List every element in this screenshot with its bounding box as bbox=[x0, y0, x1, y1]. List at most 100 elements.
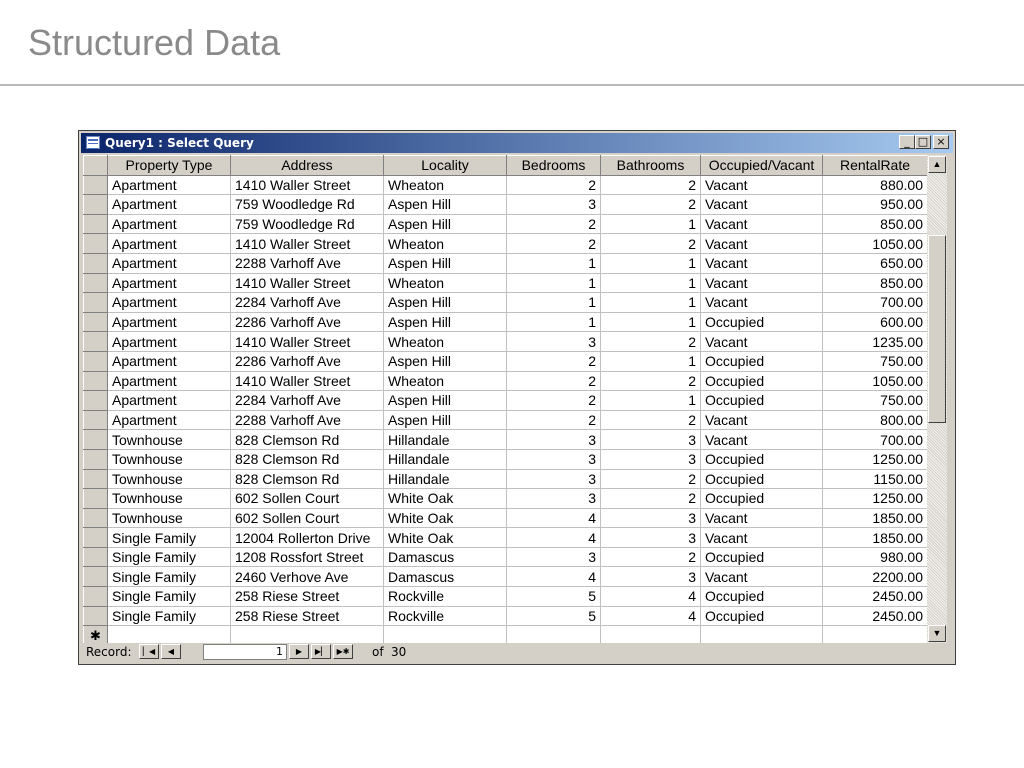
row-selector[interactable] bbox=[83, 194, 108, 215]
table-cell[interactable]: 258 Riese Street bbox=[230, 605, 384, 627]
table-cell[interactable]: 2 bbox=[600, 174, 701, 196]
table-cell[interactable]: 1 bbox=[600, 213, 701, 235]
table-cell[interactable]: 1050.00 bbox=[822, 370, 927, 392]
table-cell[interactable]: 2 bbox=[506, 370, 601, 392]
table-row[interactable]: Apartment 2284 Varhoff Ave Aspen Hill 1 1 Vac… bbox=[83, 292, 927, 313]
row-selector[interactable] bbox=[83, 174, 108, 196]
table-cell[interactable]: Rockville bbox=[383, 586, 507, 607]
table-cell[interactable]: 12004 Rollerton Drive bbox=[230, 527, 384, 548]
table-cell[interactable]: 880.00 bbox=[822, 174, 927, 196]
table-cell[interactable] bbox=[383, 625, 507, 643]
row-selector[interactable] bbox=[83, 586, 108, 607]
table-cell[interactable]: Vacant bbox=[700, 233, 823, 254]
scroll-up-button[interactable]: ▲ bbox=[928, 156, 946, 173]
table-cell[interactable]: 2450.00 bbox=[822, 605, 927, 627]
row-selector[interactable] bbox=[83, 272, 108, 294]
column-header[interactable]: RentalRate bbox=[822, 155, 927, 176]
record-number-input[interactable]: 1 bbox=[203, 644, 287, 660]
row-selector[interactable] bbox=[83, 311, 108, 333]
table-cell[interactable]: 700.00 bbox=[822, 292, 927, 313]
table-cell[interactable]: 1 bbox=[600, 292, 701, 313]
table-cell[interactable]: Apartment bbox=[107, 233, 231, 254]
table-cell[interactable]: Occupied bbox=[700, 311, 823, 333]
table-cell[interactable]: 3 bbox=[506, 488, 601, 509]
row-selector[interactable] bbox=[83, 390, 108, 411]
table-cell[interactable]: 4 bbox=[600, 586, 701, 607]
table-cell[interactable]: Occupied bbox=[700, 546, 823, 568]
maximize-button[interactable]: □ bbox=[915, 135, 931, 149]
table-cell[interactable]: Vacant bbox=[700, 409, 823, 431]
table-cell[interactable]: White Oak bbox=[383, 488, 507, 509]
column-header[interactable]: Occupied/Vacant bbox=[700, 155, 823, 176]
vertical-scrollbar[interactable]: ▲ ▼ bbox=[927, 155, 947, 643]
table-cell[interactable]: 3 bbox=[600, 507, 701, 529]
table-cell[interactable]: Townhouse bbox=[107, 448, 231, 470]
table-cell[interactable]: 3 bbox=[600, 448, 701, 470]
table-cell[interactable]: 2284 Varhoff Ave bbox=[230, 292, 384, 313]
column-header[interactable]: Property Type bbox=[107, 155, 231, 176]
table-cell[interactable]: 602 Sollen Court bbox=[230, 507, 384, 529]
row-selector[interactable] bbox=[83, 292, 108, 313]
table-cell[interactable]: Occupied bbox=[700, 468, 823, 490]
table-cell[interactable]: 258 Riese Street bbox=[230, 586, 384, 607]
table-cell[interactable]: Apartment bbox=[107, 409, 231, 431]
table-cell[interactable]: Occupied bbox=[700, 350, 823, 372]
table-cell[interactable]: 850.00 bbox=[822, 272, 927, 294]
table-row[interactable]: Apartment 2284 Varhoff Ave Aspen Hill 2 1 Occ… bbox=[83, 390, 927, 411]
table-cell[interactable]: 1 bbox=[600, 311, 701, 333]
table-cell[interactable]: Wheaton bbox=[383, 272, 507, 294]
table-cell[interactable]: 1208 Rossfort Street bbox=[230, 546, 384, 568]
column-header[interactable]: Bathrooms bbox=[600, 155, 701, 176]
table-cell[interactable]: Wheaton bbox=[383, 233, 507, 254]
table-cell[interactable]: Apartment bbox=[107, 213, 231, 235]
table-cell[interactable]: Apartment bbox=[107, 272, 231, 294]
table-row[interactable]: Apartment 1410 Waller Street Wheaton 3 2 Vaca… bbox=[83, 331, 927, 352]
table-row[interactable]: Apartment 1410 Waller Street Wheaton 1 1 Vaca… bbox=[83, 272, 927, 294]
table-cell[interactable]: Aspen Hill bbox=[383, 252, 507, 274]
window-titlebar[interactable]: Query1 : Select Query _ □ × bbox=[81, 133, 953, 153]
previous-record-icon[interactable]: ◀ bbox=[161, 644, 181, 659]
table-cell[interactable]: 1 bbox=[506, 311, 601, 333]
table-cell[interactable]: Wheaton bbox=[383, 331, 507, 352]
table-row[interactable]: Townhouse 828 Clemson Rd Hillandale 3 3 Vacan… bbox=[83, 429, 927, 450]
table-cell[interactable]: Vacant bbox=[700, 194, 823, 215]
table-row[interactable]: Townhouse 828 Clemson Rd Hillandale 3 2 Occup… bbox=[83, 468, 927, 490]
table-cell[interactable]: 1 bbox=[600, 390, 701, 411]
table-cell[interactable]: 700.00 bbox=[822, 429, 927, 450]
table-cell[interactable]: 2200.00 bbox=[822, 566, 927, 588]
table-cell[interactable]: 1050.00 bbox=[822, 233, 927, 254]
table-cell[interactable]: Aspen Hill bbox=[383, 390, 507, 411]
table-row[interactable]: Apartment 2288 Varhoff Ave Aspen Hill 1 1 Vac… bbox=[83, 252, 927, 274]
table-cell[interactable]: 3 bbox=[506, 546, 601, 568]
table-cell[interactable]: Vacant bbox=[700, 272, 823, 294]
table-cell[interactable]: 2 bbox=[600, 546, 701, 568]
table-cell[interactable]: 2 bbox=[600, 194, 701, 215]
row-selector[interactable] bbox=[83, 370, 108, 392]
table-cell[interactable]: Damascus bbox=[383, 546, 507, 568]
close-button[interactable]: × bbox=[933, 135, 949, 149]
last-record-icon[interactable]: ▶▏ bbox=[311, 644, 331, 659]
table-cell[interactable]: Aspen Hill bbox=[383, 292, 507, 313]
table-cell[interactable]: Townhouse bbox=[107, 429, 231, 450]
table-cell[interactable]: 2288 Varhoff Ave bbox=[230, 409, 384, 431]
next-record-icon[interactable]: ▶ bbox=[289, 644, 309, 659]
table-cell[interactable]: 650.00 bbox=[822, 252, 927, 274]
table-row[interactable]: Apartment 2288 Varhoff Ave Aspen Hill 2 2 Vac… bbox=[83, 409, 927, 431]
row-selector[interactable] bbox=[83, 213, 108, 235]
table-cell[interactable]: Apartment bbox=[107, 174, 231, 196]
row-selector[interactable] bbox=[83, 546, 108, 568]
table-cell[interactable]: 2 bbox=[600, 488, 701, 509]
table-cell[interactable]: 2 bbox=[600, 370, 701, 392]
table-cell[interactable]: 2 bbox=[506, 390, 601, 411]
first-record-icon[interactable]: ▏◀ bbox=[139, 644, 159, 659]
table-cell[interactable]: Occupied bbox=[700, 488, 823, 509]
table-cell[interactable]: 2284 Varhoff Ave bbox=[230, 390, 384, 411]
table-row[interactable]: Townhouse 602 Sollen Court White Oak 3 2 Occu… bbox=[83, 488, 927, 509]
table-row[interactable]: Single Family 258 Riese Street Rockville 5 4… bbox=[83, 605, 927, 627]
table-cell[interactable]: Apartment bbox=[107, 311, 231, 333]
table-cell[interactable]: 3 bbox=[600, 566, 701, 588]
table-cell[interactable]: Single Family bbox=[107, 566, 231, 588]
table-cell[interactable]: Vacant bbox=[700, 331, 823, 352]
row-selector[interactable] bbox=[83, 409, 108, 431]
table-cell[interactable]: 2 bbox=[600, 233, 701, 254]
